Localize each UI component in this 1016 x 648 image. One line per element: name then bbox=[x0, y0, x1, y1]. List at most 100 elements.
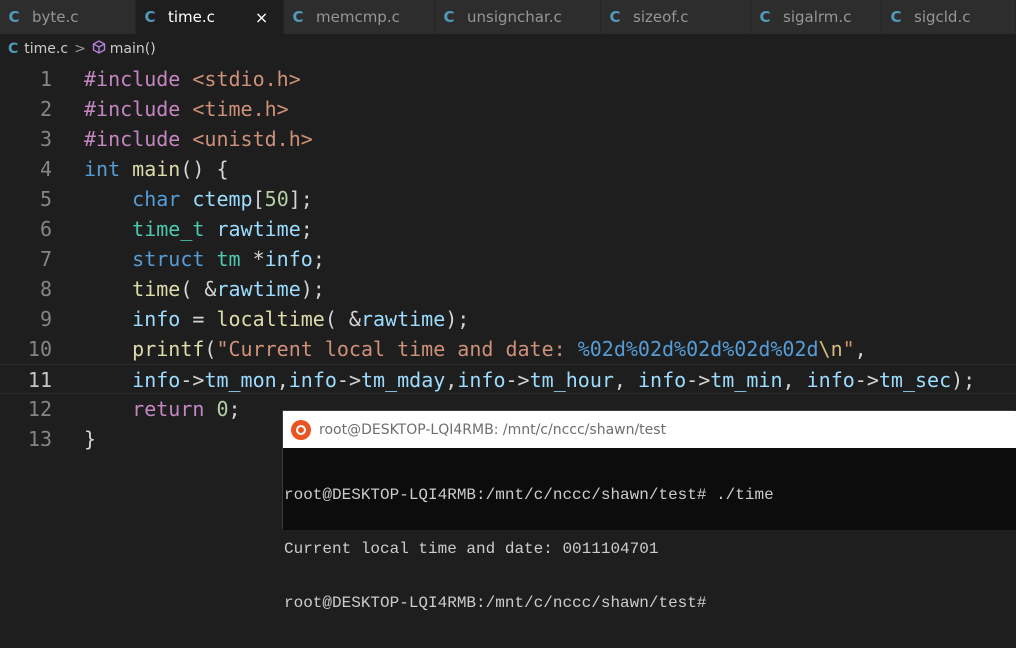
code-token: rawtime bbox=[360, 307, 446, 331]
code-token: [ bbox=[252, 187, 265, 211]
code-line[interactable]: 2 #include <time.h> bbox=[0, 94, 1016, 124]
code-line[interactable]: 7 struct tm *info; bbox=[0, 244, 1016, 274]
code-token: () { bbox=[180, 157, 229, 181]
code-token: 0 bbox=[216, 397, 229, 421]
code-token: info bbox=[132, 307, 181, 331]
line-number: 9 bbox=[39, 307, 52, 331]
breadcrumb-file[interactable]: time.c bbox=[24, 41, 68, 57]
code-line[interactable]: 10 printf("Current local time and date: … bbox=[0, 334, 1016, 364]
code-token: -> bbox=[336, 368, 361, 392]
code-token: ; bbox=[228, 397, 241, 421]
code-line[interactable]: 5 char ctemp[50]; bbox=[0, 184, 1016, 214]
code-token: tm_hour bbox=[529, 368, 614, 392]
code-token: ctemp bbox=[192, 187, 253, 211]
code-token: , bbox=[445, 368, 458, 392]
code-line[interactable]: 9 info = localtime( &rawtime); bbox=[0, 304, 1016, 334]
code-text: #include <time.h> bbox=[84, 94, 289, 124]
tab-label: unsignchar.c bbox=[467, 8, 562, 26]
code-text: time_t rawtime; bbox=[84, 214, 313, 244]
code-token: int bbox=[84, 157, 133, 181]
tab-label: memcmp.c bbox=[316, 8, 400, 26]
code-line[interactable]: 1 #include <stdio.h> bbox=[0, 64, 1016, 94]
code-token: 50 bbox=[264, 187, 289, 211]
code-text: time( &rawtime); bbox=[84, 274, 325, 304]
code-line[interactable]: 6 time_t rawtime; bbox=[0, 214, 1016, 244]
c-file-icon: C bbox=[890, 8, 902, 26]
code-text: printf("Current local time and date: %02… bbox=[84, 334, 867, 364]
code-token: localtime bbox=[216, 307, 325, 331]
code-token: , bbox=[276, 368, 289, 392]
terminal-output[interactable]: root@DESKTOP-LQI4RMB:/mnt/c/nccc/shawn/t… bbox=[283, 448, 1016, 648]
code-token: " bbox=[842, 337, 855, 361]
line-number: 6 bbox=[39, 217, 52, 241]
code-line[interactable]: 4 int main() { bbox=[0, 154, 1016, 184]
code-token: #include bbox=[84, 97, 193, 121]
terminal-titlebar[interactable]: root@DESKTOP-LQI4RMB: /mnt/c/nccc/shawn/… bbox=[283, 411, 1016, 448]
tab-sigcld-c[interactable]: Csigcld.c bbox=[882, 0, 1016, 34]
code-token: #include bbox=[84, 67, 193, 91]
code-text: #include <stdio.h> bbox=[84, 64, 301, 94]
c-file-icon: C bbox=[8, 41, 19, 57]
code-token: info bbox=[264, 247, 313, 271]
breadcrumb-symbol[interactable]: main() bbox=[110, 41, 156, 57]
code-token: , bbox=[854, 337, 867, 361]
code-token: struct bbox=[132, 247, 217, 271]
c-file-icon: C bbox=[443, 8, 455, 26]
code-token: <unistd.h> bbox=[192, 127, 313, 151]
breadcrumb: C time.c > main() bbox=[0, 34, 1016, 64]
tab-time-c[interactable]: Ctime.c × bbox=[136, 0, 284, 34]
tab-label: byte.c bbox=[32, 8, 79, 26]
code-token: #include bbox=[84, 127, 193, 151]
tab-unsignchar-c[interactable]: Cunsignchar.c bbox=[435, 0, 601, 34]
code-token: , bbox=[782, 368, 807, 392]
code-token: time_t bbox=[132, 217, 217, 241]
code-token: info bbox=[288, 368, 337, 392]
c-file-icon: C bbox=[292, 8, 304, 26]
code-token: ); bbox=[951, 368, 976, 392]
tab-label: sizeof.c bbox=[633, 8, 689, 26]
code-token: * bbox=[252, 247, 265, 271]
code-token: tm_mon bbox=[204, 368, 277, 392]
line-number: 2 bbox=[39, 97, 52, 121]
tab-sigalrm-c[interactable]: Csigalrm.c bbox=[751, 0, 882, 34]
terminal-window[interactable]: root@DESKTOP-LQI4RMB: /mnt/c/nccc/shawn/… bbox=[283, 411, 1016, 612]
tab-label: time.c bbox=[168, 8, 215, 26]
code-text: return 0; bbox=[84, 394, 241, 424]
code-text: int main() { bbox=[84, 154, 229, 184]
code-token: tm_sec bbox=[878, 368, 952, 392]
code-token: -> bbox=[854, 368, 879, 392]
line-number: 10 bbox=[27, 337, 52, 361]
code-token: <stdio.h> bbox=[192, 67, 301, 91]
code-line[interactable]: 8 time( &rawtime); bbox=[0, 274, 1016, 304]
terminal-title: root@DESKTOP-LQI4RMB: /mnt/c/nccc/shawn/… bbox=[319, 421, 667, 438]
line-number: 1 bbox=[39, 67, 52, 91]
terminal-line: root@DESKTOP-LQI4RMB:/mnt/c/nccc/shawn/t… bbox=[284, 486, 774, 504]
code-token: tm_mday bbox=[361, 368, 446, 392]
code-token: return bbox=[132, 397, 217, 421]
code-line[interactable]: 3 #include <unistd.h> bbox=[0, 124, 1016, 154]
close-icon[interactable]: × bbox=[255, 8, 268, 27]
terminal-line: Current local time and date: 0011104701 bbox=[284, 540, 659, 558]
line-number: 12 bbox=[27, 397, 52, 421]
line-number: 11 bbox=[27, 368, 52, 392]
code-token: char bbox=[132, 187, 193, 211]
tab-sizeof-c[interactable]: Csizeof.c bbox=[601, 0, 751, 34]
code-text: info = localtime( &rawtime); bbox=[84, 304, 469, 334]
code-token: -> bbox=[505, 368, 530, 392]
line-number: 7 bbox=[39, 247, 52, 271]
code-token: %02d%02d%02d%02d%02d bbox=[577, 337, 819, 361]
tab-memcmp-c[interactable]: Cmemcmp.c bbox=[284, 0, 435, 34]
code-token: info bbox=[806, 368, 855, 392]
tab-byte-c[interactable]: Cbyte.c bbox=[0, 0, 136, 34]
c-file-icon: C bbox=[609, 8, 621, 26]
code-line[interactable]: 11 info->tm_mon,info->tm_mday,info->tm_h… bbox=[0, 364, 1016, 394]
code-text: } bbox=[84, 424, 96, 454]
code-text: info->tm_mon,info->tm_mday,info->tm_hour… bbox=[84, 365, 975, 395]
terminal-line: root@DESKTOP-LQI4RMB:/mnt/c/nccc/shawn/t… bbox=[284, 594, 707, 612]
